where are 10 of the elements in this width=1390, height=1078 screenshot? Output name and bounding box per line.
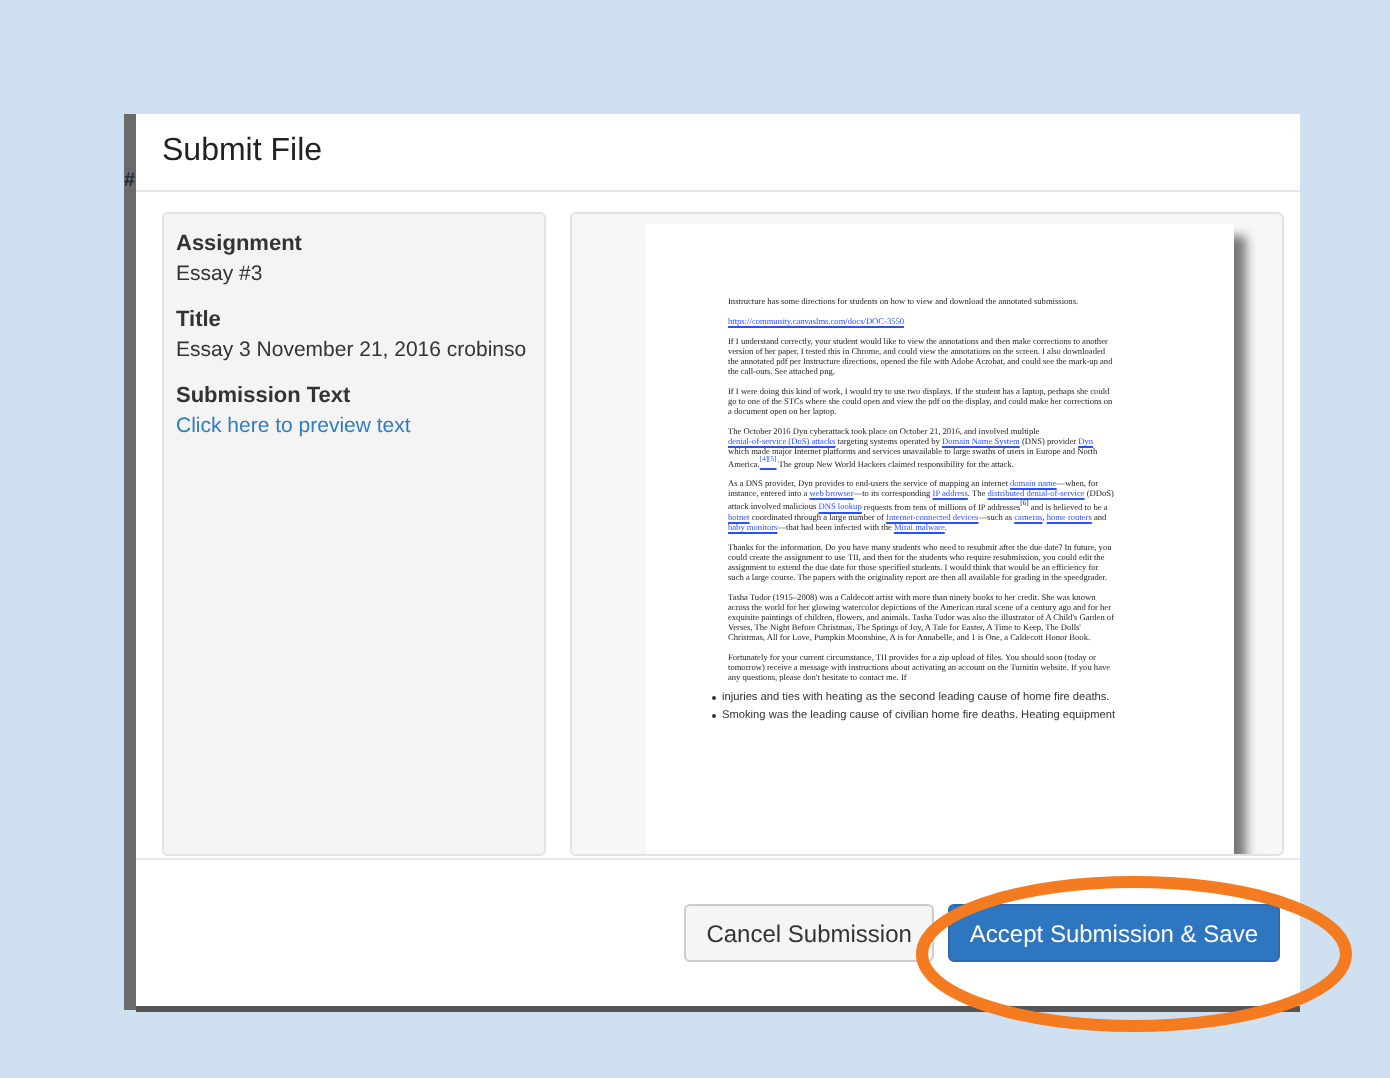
cancel-button[interactable]: Cancel Submission bbox=[684, 904, 934, 962]
detail-value: Essay #3 bbox=[176, 260, 263, 290]
edge-character: # bbox=[124, 170, 136, 194]
dialog-title: Submit File bbox=[162, 134, 323, 170]
preview-link[interactable]: Click here to preview text bbox=[176, 412, 411, 442]
detail-label: Submission Text bbox=[176, 382, 353, 412]
detail-value: Essay 3 November 21, 2016 crobinso bbox=[176, 336, 527, 366]
detail-label: Assignment bbox=[176, 230, 304, 260]
detail-label: Title bbox=[176, 306, 223, 336]
accept-button[interactable]: Accept Submission & Save bbox=[947, 904, 1280, 962]
